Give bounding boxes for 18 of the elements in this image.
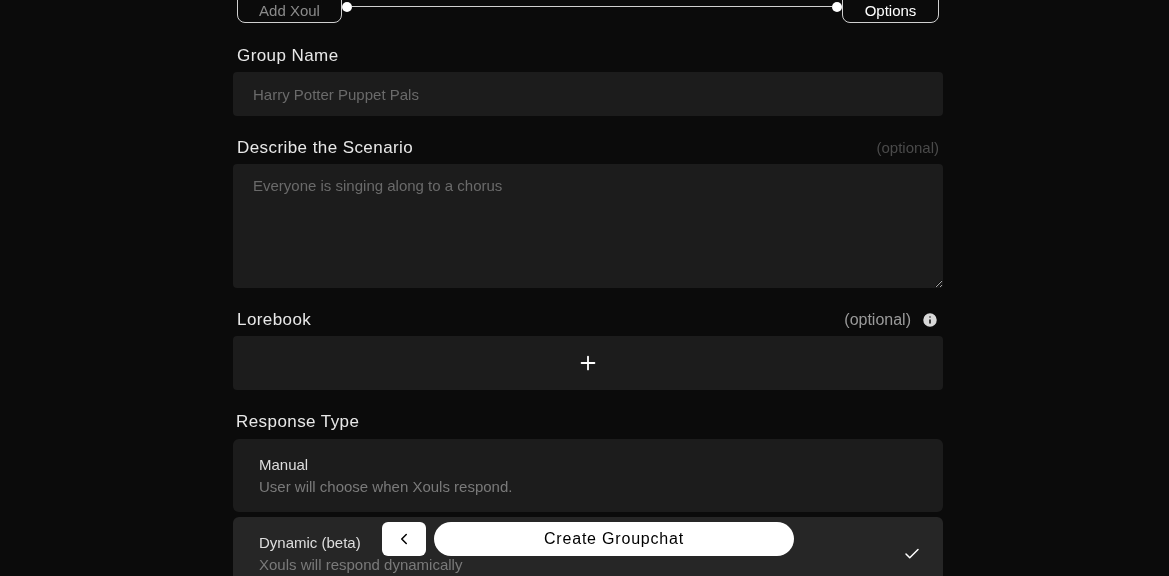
option-description: User will choose when Xouls respond.: [259, 477, 513, 497]
optional-hint: (optional): [876, 138, 939, 158]
response-option[interactable]: Manual User will choose when Xouls respond.: [233, 439, 943, 512]
option-title: Manual: [259, 455, 309, 475]
input-field[interactable]: Harry Potter Puppet Pals: [233, 72, 943, 116]
info-icon[interactable]: [921, 311, 939, 329]
field-label: Describe the Scenario: [237, 138, 414, 158]
step-tab[interactable]: Options: [842, 0, 939, 23]
field-label: Lorebook: [237, 310, 312, 330]
back-button[interactable]: [382, 522, 426, 556]
step-tab[interactable]: Add Xoul: [237, 0, 342, 23]
optional-hint: (optional): [844, 310, 911, 330]
option-description: Xouls will respond dynamically: [259, 555, 463, 575]
field-label: Group Name: [237, 46, 340, 66]
text-area[interactable]: Everyone is singing along to a chorus: [233, 164, 943, 288]
option-title: Dynamic (beta): [259, 533, 361, 553]
section-label: Response Type: [236, 412, 361, 432]
create-groupchat-button[interactable]: Create Groupchat: [434, 522, 794, 556]
